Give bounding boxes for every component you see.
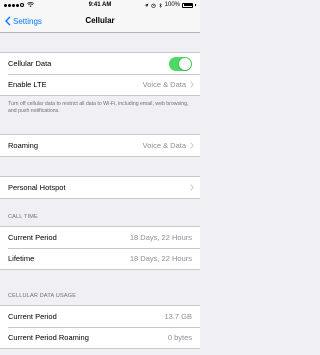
chevron-right-icon (190, 142, 194, 149)
current-period-value: 18 Days, 22 Hours (129, 233, 192, 242)
navigation-bar: Cellular Settings (0, 10, 200, 33)
alarm-icon (151, 3, 156, 8)
table-row: Current Period 13.7 GB (0, 306, 200, 327)
enable-lte-value: Voice & Data (142, 80, 186, 89)
call-time-group: Current Period 18 Days, 22 Hours Lifetim… (0, 226, 200, 270)
usage-roaming-value: 0 bytes (167, 333, 192, 342)
chevron-right-icon (190, 184, 194, 191)
call-time-header: CALL TIME (8, 214, 38, 220)
current-period-label: Current Period (8, 233, 57, 242)
data-usage-group: Current Period 13.7 GB Current Period Ro… (0, 305, 200, 349)
roaming-value: Voice & Data (142, 141, 186, 150)
usage-current-period-label: Current Period (8, 312, 57, 321)
personal-hotspot-row[interactable]: Personal Hotspot (0, 177, 200, 198)
lifetime-value: 18 Days, 22 Hours (129, 254, 192, 263)
cellular-data-toggle[interactable] (169, 56, 192, 71)
back-button[interactable]: Settings (5, 10, 42, 32)
lifetime-label: Lifetime (8, 254, 35, 263)
data-usage-header: CELLULAR DATA USAGE (8, 293, 77, 299)
cellular-data-label: Cellular Data (8, 59, 52, 68)
enable-lte-row[interactable]: Enable LTE Voice & Data (0, 74, 200, 95)
battery-percentage: 100% (164, 2, 180, 8)
enable-lte-label: Enable LTE (8, 80, 47, 89)
back-button-label: Settings (13, 16, 42, 26)
cellular-data-group: Cellular Data Enable LTE Voice & Data (0, 52, 200, 96)
table-row: Current Period Roaming 0 bytes (0, 327, 200, 348)
battery-icon (182, 2, 193, 8)
roaming-row[interactable]: Roaming Voice & Data (0, 135, 200, 156)
usage-current-period-value: 13.7 GB (164, 312, 192, 321)
table-row: Lifetime 18 Days, 22 Hours (0, 248, 200, 269)
chevron-left-icon (5, 16, 11, 26)
hotspot-group: Personal Hotspot (0, 176, 200, 199)
chevron-right-icon (190, 81, 194, 88)
personal-hotspot-label: Personal Hotspot (8, 183, 66, 192)
roaming-group: Roaming Voice & Data (0, 134, 200, 157)
bluetooth-icon (158, 2, 162, 8)
table-row: Current Period 18 Days, 22 Hours (0, 227, 200, 248)
location-icon (144, 3, 149, 7)
usage-roaming-label: Current Period Roaming (8, 333, 89, 342)
cellular-data-footnote: Turn off cellular data to restrict all d… (8, 101, 189, 114)
toggle-knob (179, 57, 191, 70)
status-bar: 9:41 AM 100% (0, 0, 200, 10)
roaming-label: Roaming (8, 141, 39, 150)
cellular-data-row: Cellular Data (0, 53, 200, 74)
